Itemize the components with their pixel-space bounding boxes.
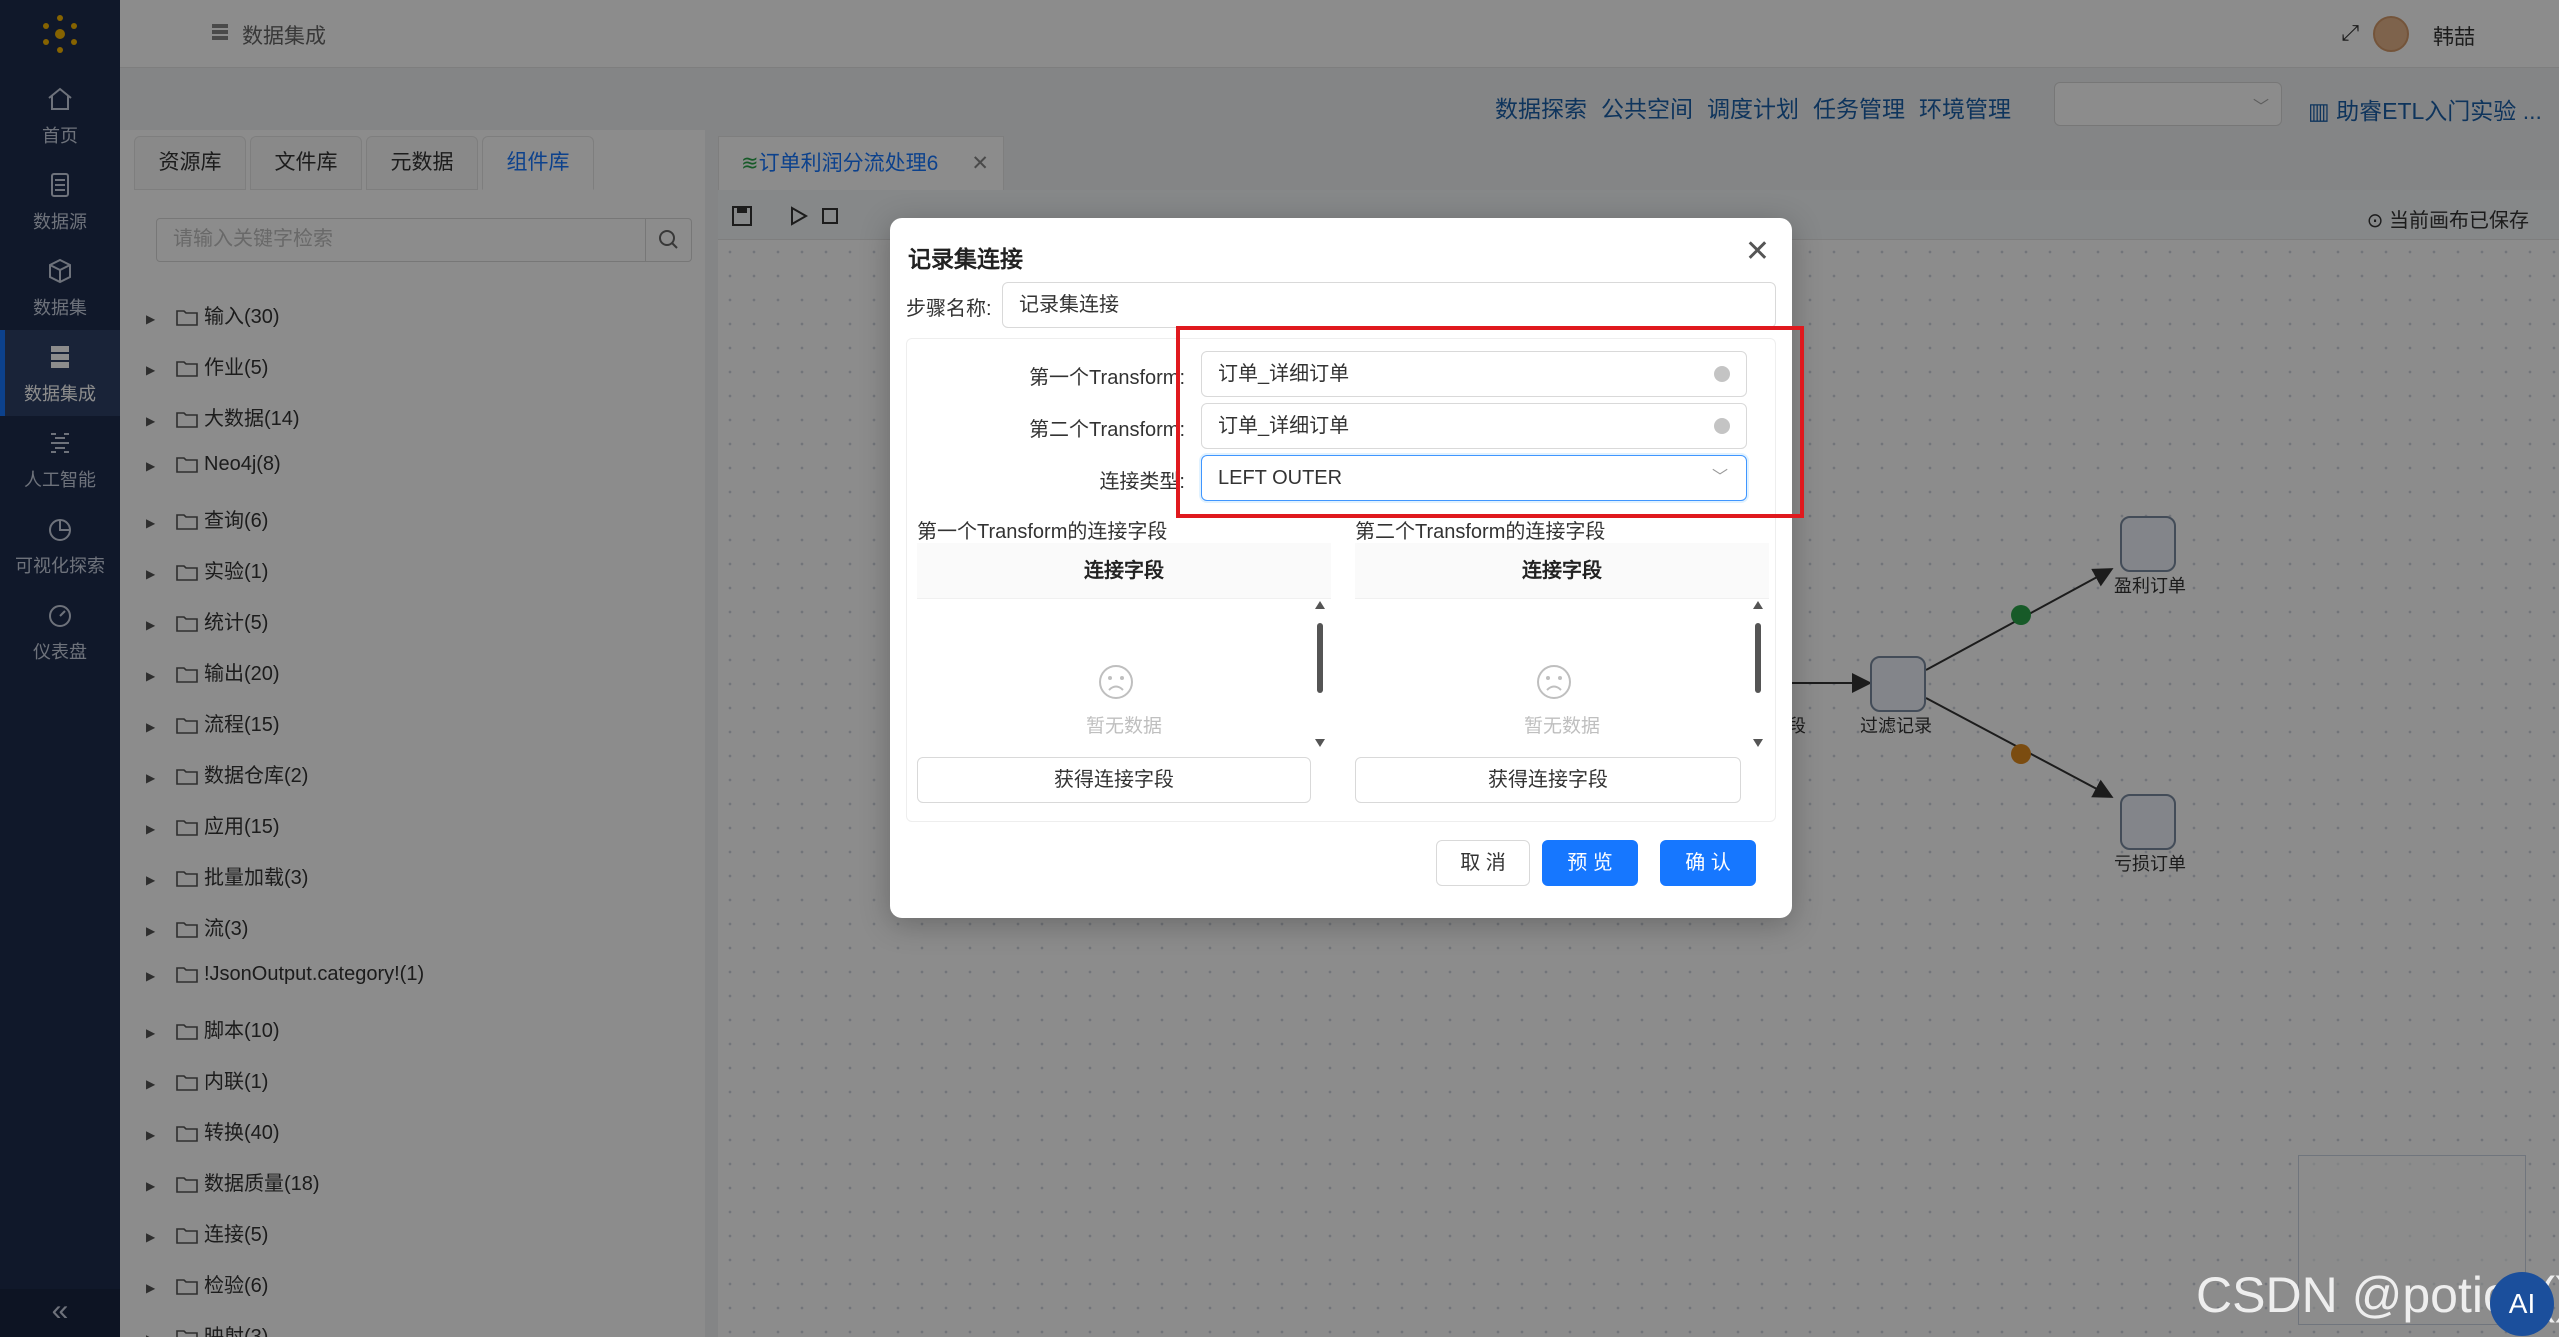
table-body: 暂无数据 — [1355, 599, 1769, 749]
empty-text: 暂无数据 — [1085, 716, 1162, 737]
left-fields-table: 连接字段 暂无数据 获得连接字段 — [917, 543, 1331, 803]
right-fields-table: 连接字段 暂无数据 获得连接字段 — [1355, 543, 1769, 803]
get-left-fields-button[interactable]: 获得连接字段 — [917, 757, 1311, 803]
left-fields-label: 第一个Transform的连接字段 — [917, 521, 1168, 543]
empty-text: 暂无数据 — [1523, 716, 1600, 737]
assistant-button[interactable]: AI — [2490, 1272, 2554, 1336]
step-name-input[interactable]: 记录集连接 — [1002, 282, 1776, 328]
column-header: 连接字段 — [1355, 543, 1769, 599]
close-icon[interactable]: ✕ — [1745, 234, 1770, 269]
sad-face-icon — [1537, 665, 1571, 699]
table-body: 暂无数据 — [917, 599, 1331, 749]
step-name-label: 步骤名称: — [906, 298, 992, 320]
scrollbar[interactable] — [1751, 599, 1765, 749]
join-type-label: 连接类型: — [1099, 471, 1185, 493]
first-transform-label: 第一个Transform: — [1029, 367, 1185, 389]
scrollbar[interactable] — [1313, 599, 1327, 749]
confirm-button[interactable]: 确 认 — [1660, 840, 1756, 886]
column-header: 连接字段 — [917, 543, 1331, 599]
right-fields-label: 第二个Transform的连接字段 — [1355, 521, 1606, 543]
highlight-annotation — [1176, 326, 1804, 518]
sad-face-icon — [1099, 665, 1133, 699]
get-right-fields-button[interactable]: 获得连接字段 — [1355, 757, 1741, 803]
cancel-button[interactable]: 取 消 — [1436, 840, 1530, 886]
second-transform-label: 第二个Transform: — [1029, 419, 1185, 441]
dialog-title: 记录集连接 — [908, 246, 1023, 272]
preview-button[interactable]: 预 览 — [1542, 840, 1638, 886]
join-rows-dialog: 记录集连接 ✕ 步骤名称: 记录集连接 第一个Transform: 订单_详细订… — [890, 218, 1792, 918]
